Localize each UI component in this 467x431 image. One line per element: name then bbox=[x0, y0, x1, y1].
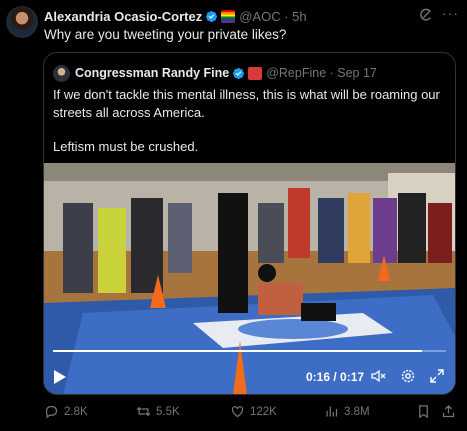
quoted-tweet[interactable]: Congressman Randy Fine @RepFine · Sep 17… bbox=[43, 52, 456, 395]
repost-count: 5.5K bbox=[156, 405, 180, 418]
like-button[interactable]: 122K bbox=[230, 404, 277, 419]
like-icon bbox=[231, 406, 244, 418]
quote-text-paragraph-2: Leftism must be crushed. bbox=[53, 139, 199, 154]
tweet-text: Why are you tweeting your private likes? bbox=[44, 27, 287, 42]
reply-icon bbox=[45, 405, 58, 419]
fullscreen-icon[interactable] bbox=[429, 368, 445, 384]
quote-verified-badge-icon bbox=[233, 67, 245, 79]
settings-icon[interactable] bbox=[400, 368, 416, 384]
mute-icon[interactable] bbox=[370, 368, 386, 384]
author-handle-time[interactable]: @AOC · 5h bbox=[239, 9, 306, 24]
author-name[interactable]: Alexandria Ocasio-Cortez bbox=[44, 9, 202, 24]
quote-author-handle-time[interactable]: @RepFine · Sep 17 bbox=[266, 66, 377, 80]
views-count: 3.8M bbox=[344, 405, 370, 418]
tweet[interactable]: Alexandria Ocasio-Cortez @AOC · 5h ··· W… bbox=[0, 0, 467, 431]
grok-icon[interactable] bbox=[419, 8, 433, 22]
quote-author-avatar[interactable] bbox=[53, 64, 70, 82]
views-button[interactable]: 3.8M bbox=[324, 404, 370, 419]
views-icon bbox=[326, 406, 338, 417]
verified-badge-icon bbox=[206, 10, 218, 22]
play-icon[interactable] bbox=[54, 370, 66, 384]
quote-text: If we don't tackle this mental illness, … bbox=[53, 86, 448, 156]
like-count: 122K bbox=[250, 405, 277, 418]
tweet-header: Alexandria Ocasio-Cortez @AOC · 5h bbox=[44, 7, 307, 25]
repost-icon bbox=[136, 406, 151, 417]
tweet-actions: 2.8K 5.5K 122K 3.8M bbox=[0, 402, 467, 422]
quote-header: Congressman Randy Fine @RepFine · Sep 17 bbox=[53, 64, 377, 82]
quote-text-paragraph-1: If we don't tackle this mental illness, … bbox=[53, 87, 440, 120]
bookmark-button[interactable] bbox=[416, 404, 436, 419]
author-avatar[interactable] bbox=[6, 6, 38, 38]
video-progress-fill bbox=[53, 350, 423, 352]
reply-count: 2.8K bbox=[64, 405, 88, 418]
share-icon bbox=[442, 404, 455, 418]
video-player[interactable]: 0:16 / 0:17 bbox=[44, 163, 455, 394]
gov-affiliate-icon bbox=[248, 66, 263, 80]
repost-button[interactable]: 5.5K bbox=[136, 404, 180, 419]
more-icon[interactable]: ··· bbox=[442, 6, 458, 22]
share-button[interactable] bbox=[441, 404, 461, 419]
reply-button[interactable]: 2.8K bbox=[44, 404, 88, 419]
affiliate-flag-icon bbox=[221, 9, 236, 23]
bookmark-icon bbox=[419, 405, 428, 419]
video-frame bbox=[44, 163, 455, 394]
quote-author-name[interactable]: Congressman Randy Fine bbox=[75, 66, 229, 80]
video-progress-track[interactable] bbox=[53, 350, 446, 352]
video-time: 0:16 / 0:17 bbox=[306, 370, 365, 384]
